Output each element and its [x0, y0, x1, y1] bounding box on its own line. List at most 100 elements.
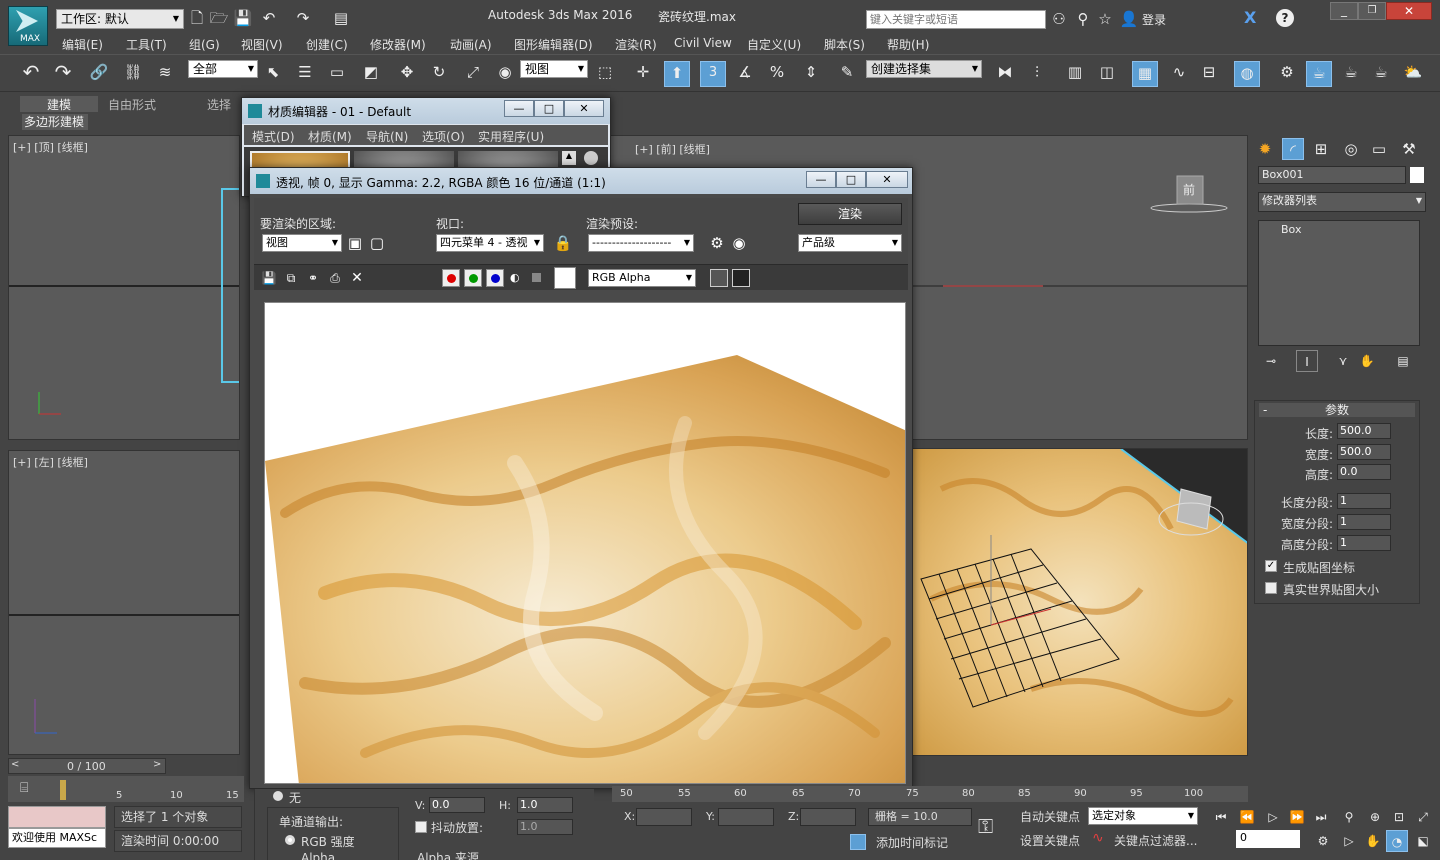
- app-logo[interactable]: MAX: [8, 6, 48, 46]
- orbit-icon[interactable]: ◔: [1386, 830, 1408, 852]
- layers-icon[interactable]: ◫: [1096, 61, 1118, 83]
- keyboard-shortcut-override-icon[interactable]: ⬆: [664, 61, 690, 87]
- redo-icon[interactable]: ↷: [52, 61, 74, 83]
- place-icon[interactable]: ◉: [494, 61, 516, 83]
- dither-spinner[interactable]: 1.0: [517, 819, 573, 835]
- width-segs-spinner[interactable]: 1: [1337, 514, 1391, 530]
- modifier-list-dropdown[interactable]: 修改器列表: [1258, 192, 1426, 212]
- link-icon[interactable]: 🔗: [88, 61, 110, 83]
- blue-channel-icon[interactable]: [486, 269, 504, 287]
- new-file-icon[interactable]: 🗋: [186, 7, 208, 29]
- render-frame-window-icon[interactable]: ☕: [1306, 61, 1332, 87]
- copy-image-icon[interactable]: ⧉: [280, 267, 302, 289]
- auto-key-button[interactable]: 自动关键点: [1020, 808, 1080, 825]
- menu-tools[interactable]: 工具(T): [126, 36, 167, 53]
- channel-display-dropdown[interactable]: RGB Alpha: [588, 269, 696, 287]
- undo-icon[interactable]: ↶: [20, 61, 42, 83]
- dither-checkbox[interactable]: [415, 821, 427, 833]
- render-frame-window[interactable]: 透视, 帧 0, 显示 Gamma: 2.2, RGBA 颜色 16 位/通道 …: [249, 167, 913, 789]
- menu-views[interactable]: 视图(V): [241, 36, 283, 53]
- select-manipulate-icon[interactable]: ✛: [632, 61, 654, 83]
- menu-civil-view[interactable]: Civil View: [674, 36, 732, 50]
- project-icon[interactable]: ▤: [330, 7, 352, 29]
- maximize-viewport-icon[interactable]: ⤢: [1412, 806, 1434, 828]
- rotate-icon[interactable]: ↻: [428, 61, 450, 83]
- window-minimize-button[interactable]: _: [1330, 2, 1358, 20]
- next-frame-icon[interactable]: ⏩: [1286, 806, 1308, 828]
- menu-group[interactable]: 组(G): [189, 36, 220, 53]
- window-restore-button[interactable]: ❐: [1358, 2, 1386, 20]
- prev-frame-icon[interactable]: ⏪: [1236, 806, 1258, 828]
- menu-rendering[interactable]: 渲染(R): [615, 36, 657, 53]
- area-to-render-dropdown[interactable]: 视图: [262, 234, 342, 252]
- viewcube-face-front[interactable]: 前: [1183, 181, 1195, 198]
- clone-window-icon[interactable]: ⚭: [302, 267, 324, 289]
- viewport-dropdown[interactable]: 四元菜单 4 - 透视: [436, 234, 544, 252]
- time-config-icon[interactable]: ⚙: [1312, 830, 1334, 852]
- maximize-toggle-icon[interactable]: ⬕: [1412, 830, 1434, 852]
- rectangular-selection-icon[interactable]: ▭: [326, 61, 348, 83]
- curve-editor-icon[interactable]: ∿: [1168, 61, 1190, 83]
- user-icon[interactable]: 👤: [1118, 8, 1140, 30]
- field-of-view-icon[interactable]: ▷: [1338, 830, 1360, 852]
- subscription-icon[interactable]: ⚲: [1072, 8, 1094, 30]
- bind-space-warp-icon[interactable]: ≋: [154, 61, 176, 83]
- window-close-button[interactable]: ✕: [1386, 2, 1432, 20]
- play-icon[interactable]: ▷: [1262, 806, 1284, 828]
- named-selection-dropdown[interactable]: 创建选择集 ▼: [866, 60, 982, 78]
- menu-create[interactable]: 创建(C): [306, 36, 348, 53]
- red-channel-icon[interactable]: [442, 269, 460, 287]
- y-coord-field[interactable]: [718, 808, 774, 826]
- print-icon[interactable]: ⎙: [324, 267, 346, 289]
- next-frame-icon[interactable]: >: [153, 759, 161, 770]
- reference-coord-dropdown[interactable]: 视图 ▼: [520, 60, 588, 78]
- move-icon[interactable]: ✥: [396, 61, 418, 83]
- minimize-button[interactable]: —: [504, 100, 534, 117]
- minimize-button[interactable]: —: [806, 171, 836, 188]
- maxscript-listener[interactable]: [8, 806, 106, 828]
- configure-sets-icon[interactable]: ▤: [1392, 350, 1414, 372]
- z-coord-field[interactable]: [800, 808, 856, 826]
- help-x-icon[interactable]: X: [1244, 8, 1256, 27]
- ribbon-tab-selection[interactable]: 选择: [207, 96, 231, 113]
- key-filters-button[interactable]: 关键点过滤器...: [1114, 832, 1197, 849]
- star-icon[interactable]: ☆: [1094, 8, 1116, 30]
- angle-snap-icon[interactable]: ∡: [734, 61, 756, 83]
- spinner-snap-icon[interactable]: ⇕: [800, 61, 822, 83]
- edit-region-icon[interactable]: ▣: [344, 232, 366, 254]
- height-spinner[interactable]: 0.0: [1337, 464, 1391, 480]
- sample-type-icon[interactable]: [584, 151, 598, 165]
- show-end-result-icon[interactable]: Ⅰ: [1296, 350, 1318, 372]
- menu-help[interactable]: 帮助(H): [887, 36, 929, 53]
- schematic-view-icon[interactable]: ⊟: [1198, 61, 1220, 83]
- key-mode-icon[interactable]: ⚿: [978, 814, 993, 838]
- redo-icon[interactable]: ↷: [292, 7, 314, 29]
- go-to-start-icon[interactable]: ⏮: [1210, 806, 1232, 828]
- zoom-icon[interactable]: ⚲: [1338, 806, 1360, 828]
- unlink-icon[interactable]: ⛓: [122, 61, 144, 83]
- time-tag-icon[interactable]: [850, 834, 866, 850]
- material-menu-utilities[interactable]: 实用程序(U): [478, 128, 544, 145]
- create-tab-icon[interactable]: ✹: [1254, 138, 1276, 160]
- h-spinner[interactable]: 1.0: [517, 797, 573, 813]
- time-slider-handle[interactable]: [60, 780, 66, 800]
- monochrome-icon[interactable]: [532, 273, 541, 282]
- ribbon-poly-modeling[interactable]: 多边形建模: [22, 114, 88, 130]
- menu-scripting[interactable]: 脚本(S): [824, 36, 865, 53]
- toggle-ui-overlay-icon[interactable]: [710, 269, 728, 287]
- lock-icon[interactable]: 🔒: [552, 232, 574, 254]
- menu-customize[interactable]: 自定义(U): [747, 36, 801, 53]
- menu-graph-editors[interactable]: 图形编辑器(D): [514, 36, 593, 53]
- motion-tab-icon[interactable]: ◎: [1340, 138, 1362, 160]
- object-color-swatch[interactable]: [1410, 167, 1424, 183]
- search-input[interactable]: [866, 10, 1046, 29]
- viewport-left[interactable]: [+] [左] [线框]: [8, 450, 240, 755]
- mirror-icon[interactable]: ⧓: [994, 61, 1016, 83]
- object-name-field[interactable]: Box001: [1258, 166, 1406, 184]
- material-editor-titlebar[interactable]: 材质编辑器 - 01 - Default — □ ✕: [242, 98, 610, 124]
- length-segs-spinner[interactable]: 1: [1337, 493, 1391, 509]
- modify-tab-icon[interactable]: ◜: [1282, 138, 1304, 160]
- selected-object-dropdown[interactable]: 选定对象: [1088, 807, 1198, 825]
- save-icon[interactable]: 💾: [232, 7, 254, 29]
- gen-mapping-checkbox[interactable]: ✓: [1265, 560, 1277, 572]
